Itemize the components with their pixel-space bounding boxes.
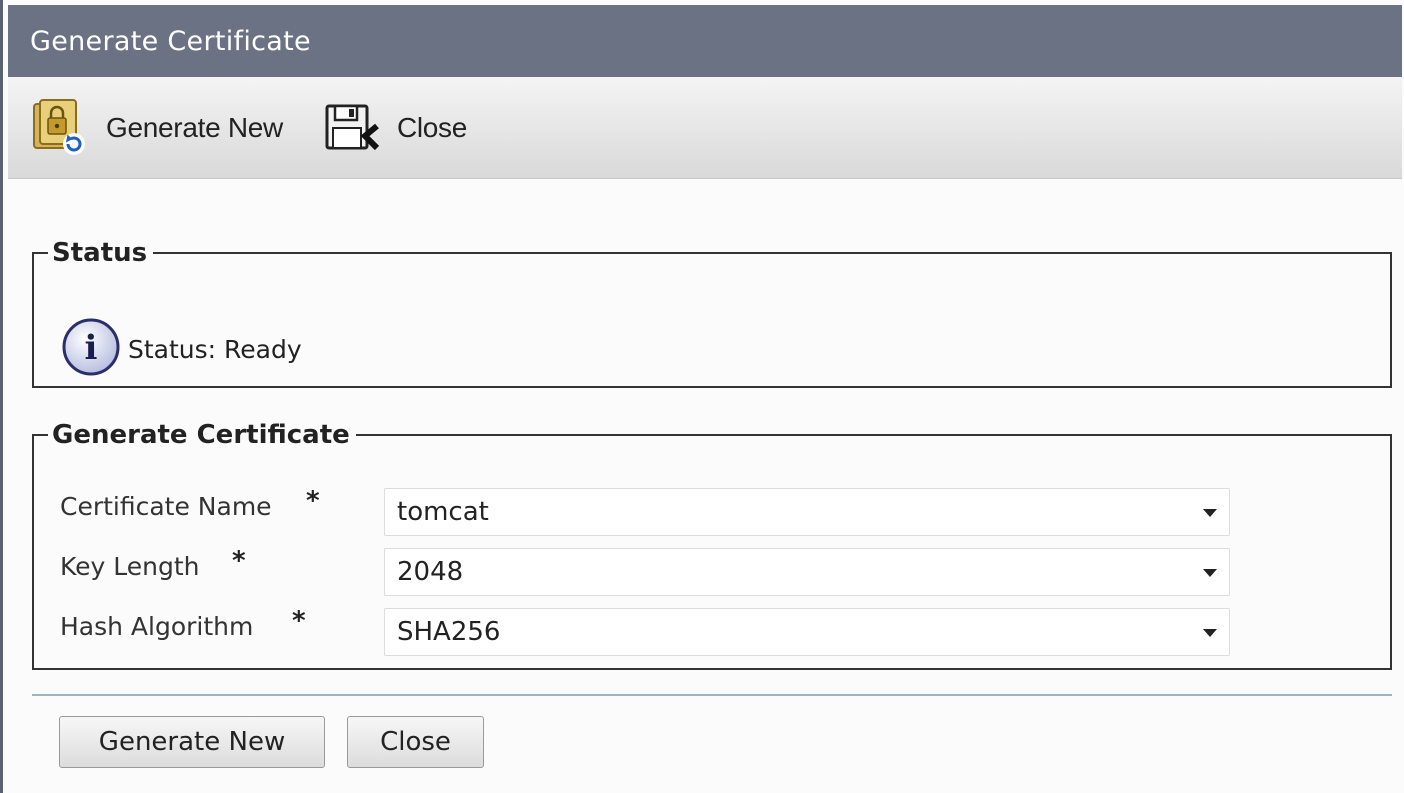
- certificate-lock-refresh-icon: [28, 96, 92, 160]
- status-row: i Status: Ready: [60, 316, 302, 382]
- generate-new-button[interactable]: Generate New: [59, 716, 325, 768]
- save-close-icon: [319, 96, 383, 160]
- toolbar: Generate New Close: [8, 77, 1402, 179]
- certificate-name-select[interactable]: tomcat: [384, 488, 1230, 536]
- chevron-down-icon: [1203, 629, 1217, 637]
- key-length-label: Key Length: [60, 552, 200, 581]
- hash-algorithm-value: SHA256: [397, 617, 501, 647]
- close-button[interactable]: Close: [347, 716, 484, 768]
- certificate-legend: Generate Certificate: [52, 420, 350, 450]
- toolbar-generate-new-button[interactable]: Generate New: [28, 96, 283, 160]
- hash-algorithm-select[interactable]: SHA256: [384, 608, 1230, 656]
- certificate-name-label: Certificate Name: [60, 492, 272, 521]
- svg-text:i: i: [85, 328, 98, 368]
- info-icon: i: [60, 316, 122, 382]
- hash-algorithm-label: Hash Algorithm: [60, 612, 254, 641]
- key-length-value: 2048: [397, 557, 464, 587]
- status-text: Status: Ready: [128, 334, 302, 364]
- chevron-down-icon: [1203, 569, 1217, 577]
- toolbar-generate-new-label: Generate New: [106, 111, 283, 143]
- status-legend: Status: [52, 238, 148, 268]
- toolbar-close-label: Close: [396, 111, 468, 143]
- required-marker: *: [292, 606, 306, 636]
- required-marker: *: [232, 546, 246, 576]
- hash-algorithm-row: Hash Algorithm * SHA256: [60, 606, 1360, 658]
- toolbar-close-button[interactable]: Close: [319, 96, 467, 160]
- certificate-group: Generate Certificate Certificate Name * …: [32, 420, 1392, 670]
- key-length-select[interactable]: 2048: [384, 548, 1230, 596]
- chevron-down-icon: [1203, 509, 1217, 517]
- window-titlebar: Generate Certificate: [8, 5, 1402, 77]
- required-marker: *: [306, 486, 320, 516]
- window-title: Generate Certificate: [30, 25, 311, 57]
- key-length-row: Key Length * 2048: [60, 546, 1360, 598]
- status-group: Status i Status: Ready: [32, 238, 1392, 388]
- content-area: Status i Status: Ready Generate Certific…: [8, 180, 1402, 793]
- certificate-name-row: Certificate Name * tomcat: [60, 486, 1360, 538]
- divider: [32, 694, 1392, 696]
- generate-certificate-window: Generate Certificate Generate New Close …: [0, 0, 1404, 793]
- certificate-name-value: tomcat: [397, 497, 489, 527]
